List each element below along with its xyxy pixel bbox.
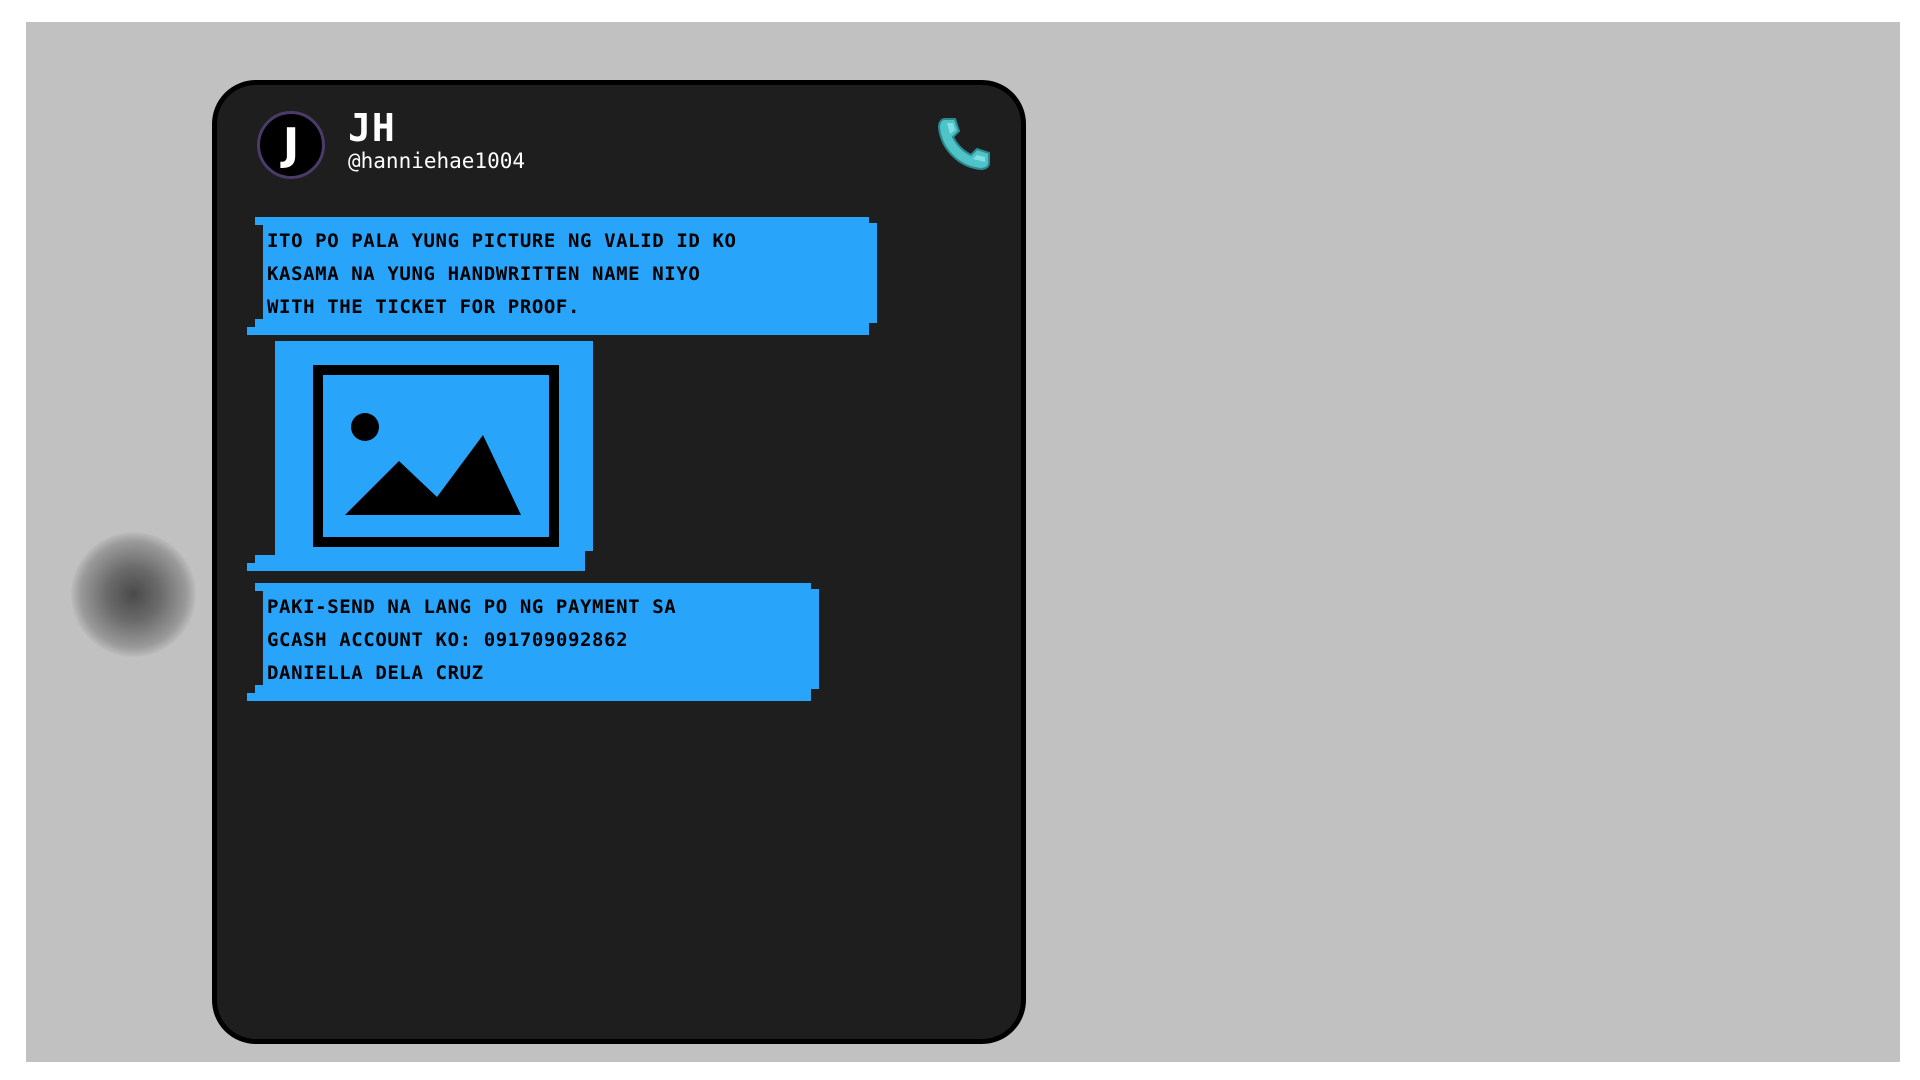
avatar-letter: J (282, 119, 300, 170)
message-text: PAKI-SEND NA LANG PO NG PAYMENT SA GCASH… (267, 596, 677, 684)
contact-name: JH (348, 106, 396, 150)
blurred-cursor-shadow (71, 532, 196, 657)
phone-icon (937, 118, 990, 171)
message-bubble[interactable]: ITO PO PALA YUNG PICTURE NG VALID ID KO … (247, 217, 877, 335)
message-bubble[interactable]: PAKI-SEND NA LANG PO NG PAYMENT SA GCASH… (247, 583, 819, 701)
image-placeholder-icon (309, 361, 563, 551)
image-message[interactable] (247, 341, 593, 571)
chat-window: J JH @hanniehae1004 ITO PO PALA YUNG PIC… (212, 80, 1026, 1044)
background-canvas: J JH @hanniehae1004 ITO PO PALA YUNG PIC… (26, 22, 1900, 1062)
contact-handle: @hanniehae1004 (348, 149, 526, 173)
message-text: ITO PO PALA YUNG PICTURE NG VALID ID KO … (267, 230, 737, 318)
avatar[interactable]: J (257, 111, 325, 179)
call-button[interactable] (933, 113, 993, 173)
